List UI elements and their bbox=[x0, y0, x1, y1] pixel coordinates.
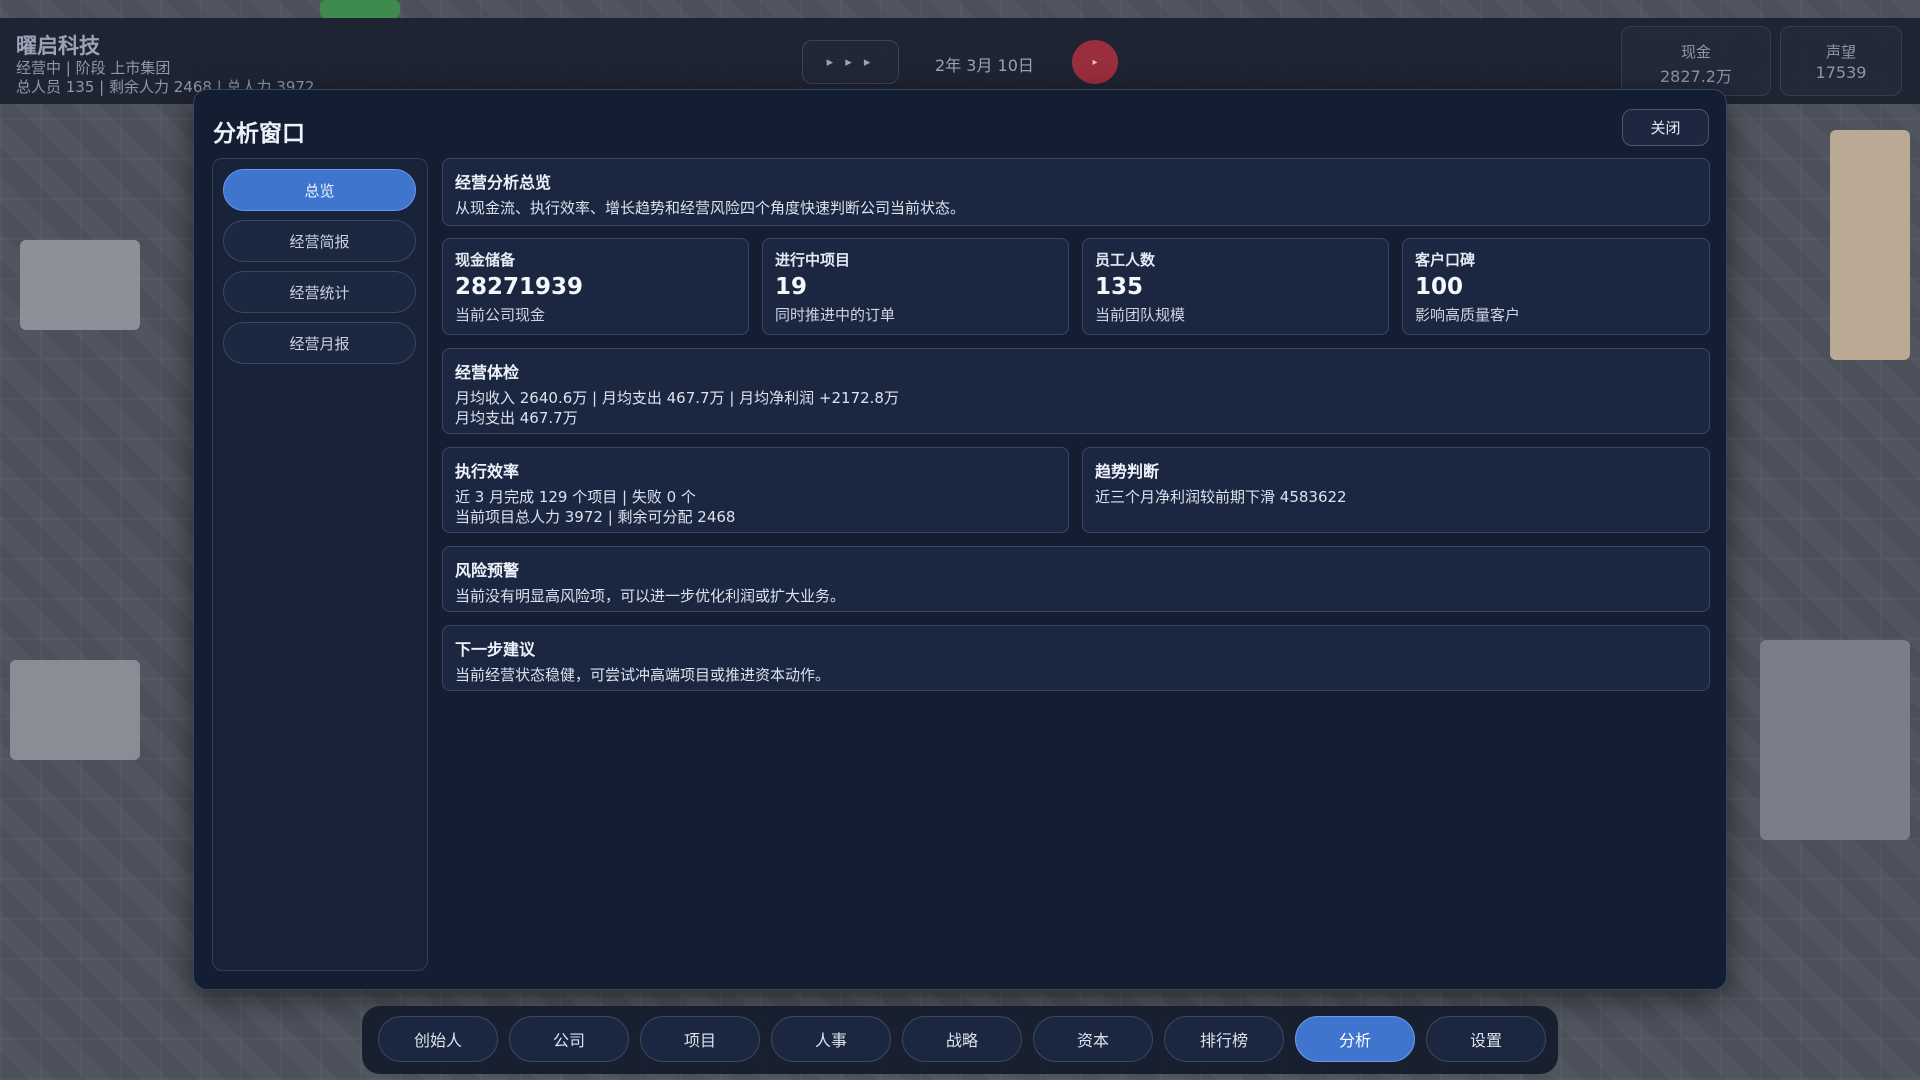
tab-founder[interactable]: 创始人 bbox=[378, 1016, 498, 1062]
stat-label: 客户口碑 bbox=[1415, 251, 1476, 269]
pause-button[interactable]: ▸ bbox=[1072, 40, 1118, 84]
overview-title: 经营分析总览 bbox=[455, 173, 552, 192]
stat-note: 同时推进中的订单 bbox=[775, 306, 896, 324]
overview-desc: 从现金流、执行效率、增长趋势和经营风险四个角度快速判断公司当前状态。 bbox=[455, 199, 966, 217]
advice-line: 当前经营状态稳健，可尝试冲高端项目或推进资本动作。 bbox=[455, 666, 831, 684]
game-speed-button[interactable]: ▸ ▸ ▸ bbox=[802, 40, 899, 84]
stat-note: 当前团队规模 bbox=[1095, 306, 1186, 324]
scene-shelf-right bbox=[1830, 130, 1910, 360]
trend-line: 近三个月净利润较前期下滑 4583622 bbox=[1095, 488, 1347, 506]
trend-title: 趋势判断 bbox=[1095, 462, 1160, 481]
health-line: 月均收入 2640.6万 | 月均支出 467.7万 | 月均净利润 +2172… bbox=[455, 389, 899, 407]
stat-card-cash: 现金储备 28271939 当前公司现金 bbox=[442, 238, 749, 335]
tab-company[interactable]: 公司 bbox=[509, 1016, 629, 1062]
fame-label: 声望 bbox=[1825, 43, 1856, 61]
side-item-monthly-report[interactable]: 经营月报 bbox=[223, 322, 416, 364]
stat-label: 现金储备 bbox=[455, 251, 516, 269]
cash-value: 2827.2万 bbox=[1660, 67, 1732, 86]
stat-label: 进行中项目 bbox=[775, 251, 851, 269]
stat-note: 当前公司现金 bbox=[455, 306, 546, 324]
advice-title: 下一步建议 bbox=[455, 640, 536, 659]
tab-capital[interactable]: 资本 bbox=[1033, 1016, 1153, 1062]
next-step-card: 下一步建议 当前经营状态稳健，可尝试冲高端项目或推进资本动作。 bbox=[442, 625, 1710, 691]
scene-desk-left-2 bbox=[10, 660, 140, 760]
analysis-side-nav: 总览 经营简报 经营统计 经营月报 bbox=[212, 158, 428, 971]
risk-title: 风险预警 bbox=[455, 561, 520, 580]
game-date: 2年 3月 10日 bbox=[935, 56, 1034, 75]
company-status: 经营中 | 阶段 上市集团 bbox=[16, 59, 171, 77]
fame-value: 17539 bbox=[1815, 63, 1867, 82]
stat-card-employees: 员工人数 135 当前团队规模 bbox=[1082, 238, 1389, 335]
stat-card-projects: 进行中项目 19 同时推进中的订单 bbox=[762, 238, 1069, 335]
scene-desk-left bbox=[20, 240, 140, 330]
efficiency-line: 近 3 月完成 129 个项目 | 失败 0 个 bbox=[455, 488, 696, 506]
efficiency-card: 执行效率 近 3 月完成 129 个项目 | 失败 0 个 当前项目总人力 39… bbox=[442, 447, 1069, 533]
analysis-window: 分析窗口 关闭 总览 经营简报 经营统计 经营月报 经营分析总览 从现金流、执行… bbox=[193, 89, 1727, 990]
tab-settings[interactable]: 设置 bbox=[1426, 1016, 1546, 1062]
overview-card: 经营分析总览 从现金流、执行效率、增长趋势和经营风险四个角度快速判断公司当前状态… bbox=[442, 158, 1710, 226]
bottom-nav: 创始人 公司 项目 人事 战略 资本 排行榜 分析 设置 bbox=[362, 1006, 1558, 1074]
side-item-brief[interactable]: 经营简报 bbox=[223, 220, 416, 262]
tab-personnel[interactable]: 人事 bbox=[771, 1016, 891, 1062]
stat-value: 28271939 bbox=[455, 274, 584, 300]
fame-display: 声望 17539 bbox=[1780, 26, 1902, 96]
risk-line: 当前没有明显高风险项，可以进一步优化利润或扩大业务。 bbox=[455, 587, 846, 605]
efficiency-title: 执行效率 bbox=[455, 462, 520, 481]
tab-analysis[interactable]: 分析 bbox=[1295, 1016, 1415, 1062]
stat-value: 135 bbox=[1095, 274, 1144, 300]
play-icon: ▸ bbox=[1092, 56, 1098, 68]
window-title: 分析窗口 bbox=[213, 121, 305, 147]
stat-card-reputation: 客户口碑 100 影响高质量客户 bbox=[1402, 238, 1710, 335]
health-check-card: 经营体检 月均收入 2640.6万 | 月均支出 467.7万 | 月均净利润 … bbox=[442, 348, 1710, 434]
company-name: 曜启科技 bbox=[16, 34, 100, 58]
side-item-overview[interactable]: 总览 bbox=[223, 169, 416, 211]
cash-display: 现金 2827.2万 bbox=[1621, 26, 1771, 96]
cash-label: 现金 bbox=[1680, 43, 1711, 61]
efficiency-line: 当前项目总人力 3972 | 剩余可分配 2468 bbox=[455, 508, 736, 526]
scene-plant-top bbox=[320, 0, 400, 18]
close-button[interactable]: 关闭 bbox=[1622, 109, 1709, 146]
stat-value: 19 bbox=[775, 274, 808, 300]
tab-strategy[interactable]: 战略 bbox=[902, 1016, 1022, 1062]
side-item-statistics[interactable]: 经营统计 bbox=[223, 271, 416, 313]
health-title: 经营体检 bbox=[455, 363, 520, 382]
scene-desk-right bbox=[1760, 640, 1910, 840]
risk-warning-card: 风险预警 当前没有明显高风险项，可以进一步优化利润或扩大业务。 bbox=[442, 546, 1710, 612]
health-line: 月均支出 467.7万 bbox=[455, 409, 578, 427]
trend-card: 趋势判断 近三个月净利润较前期下滑 4583622 bbox=[1082, 447, 1710, 533]
tab-leaderboard[interactable]: 排行榜 bbox=[1164, 1016, 1284, 1062]
stat-label: 员工人数 bbox=[1095, 251, 1156, 269]
stat-value: 100 bbox=[1415, 274, 1464, 300]
stat-note: 影响高质量客户 bbox=[1415, 306, 1521, 324]
tab-projects[interactable]: 项目 bbox=[640, 1016, 760, 1062]
